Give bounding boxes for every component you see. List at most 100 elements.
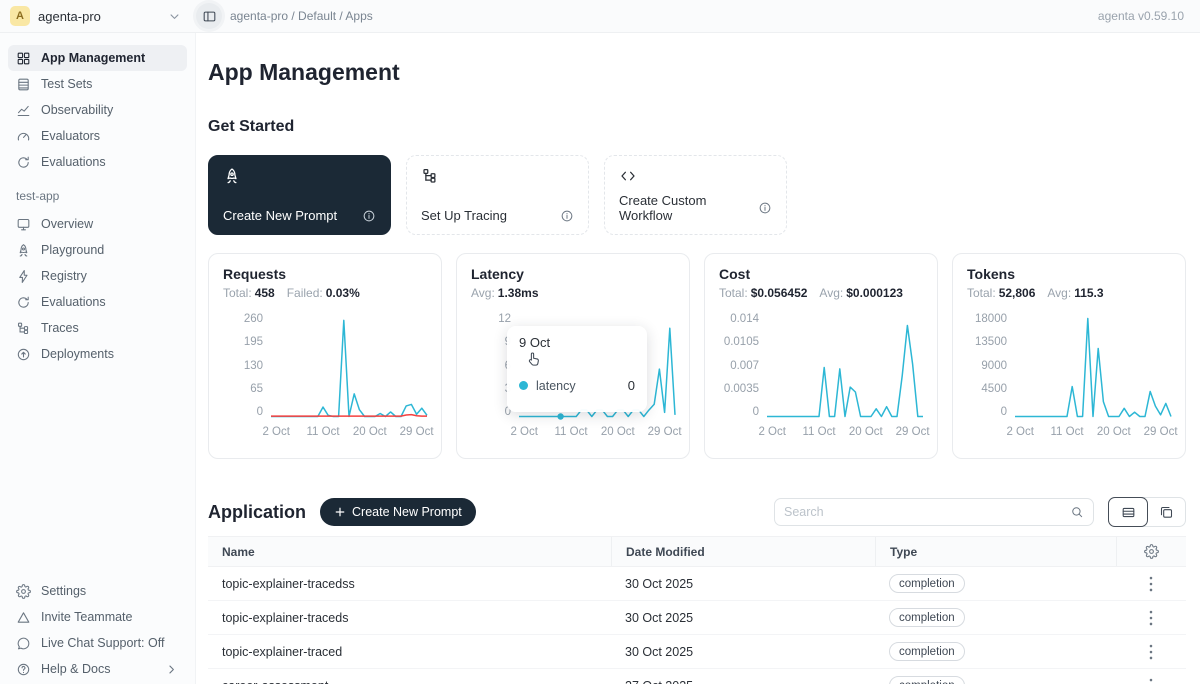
sidebar-item-test-sets[interactable]: Test Sets: [8, 71, 187, 97]
stat-card-title: Latency: [471, 266, 675, 282]
tree-icon: [16, 321, 31, 336]
stat-card-summary: Total:$0.056452Avg:$0.000123: [719, 286, 923, 300]
sidebar-item-evaluations[interactable]: Evaluations: [8, 149, 187, 175]
row-menu-button[interactable]: [1140, 641, 1162, 663]
x-axis-tick: 20 Oct: [353, 426, 387, 438]
sidebar-item-registry[interactable]: Registry: [8, 263, 187, 289]
main-content: App Management Get Started Create New Pr…: [196, 33, 1200, 684]
sidebar-item-evaluations[interactable]: Evaluations: [8, 289, 187, 315]
sidebar-item-label: Observability: [41, 103, 113, 117]
card-view-button[interactable]: [1147, 498, 1185, 526]
get-started-card-create-custom-workflow[interactable]: Create Custom Workflow: [604, 155, 787, 235]
stat-metric: Failed:0.03%: [287, 286, 360, 300]
table-row-career-assessment[interactable]: career-assessment 27 Oct 2025 completion: [208, 669, 1186, 684]
sidebar-item-label: Evaluations: [41, 295, 106, 309]
application-heading: Application: [208, 502, 306, 523]
get-started-card-create-new-prompt[interactable]: Create New Prompt: [208, 155, 391, 235]
stat-card-tokens: Tokens Total:52,806Avg:115.3 18000135009…: [952, 253, 1186, 459]
table-row-topic-explainer-tracedss[interactable]: topic-explainer-tracedss 30 Oct 2025 com…: [208, 567, 1186, 601]
sidebar-item-traces[interactable]: Traces: [8, 315, 187, 341]
sidebar-item-observability[interactable]: Observability: [8, 97, 187, 123]
sidebar-item-overview[interactable]: Overview: [8, 211, 187, 237]
row-menu-button[interactable]: [1140, 607, 1162, 629]
x-axis-tick: 11 Oct: [554, 426, 587, 438]
x-axis-tick: 29 Oct: [1144, 426, 1178, 438]
hand-cursor-icon: [525, 350, 543, 368]
workspace-avatar: A: [10, 6, 30, 26]
sidebar-item-label: Overview: [41, 217, 93, 231]
stat-card-cost: Cost Total:$0.056452Avg:$0.000123 0.0140…: [704, 253, 938, 459]
create-new-prompt-button[interactable]: Create New Prompt: [320, 498, 476, 526]
stat-card-summary: Total:458 Failed:0.03%: [223, 286, 427, 300]
x-axis-tick: 2 Oct: [510, 426, 537, 438]
info-icon[interactable]: [362, 209, 376, 223]
search-box: [774, 498, 1094, 526]
sidebar-item-playground[interactable]: Playground: [8, 237, 187, 263]
sidebar-toggle-button[interactable]: [196, 3, 222, 29]
stat-metric: Total:458: [223, 286, 275, 300]
sidebar-item-live-chat-support-off[interactable]: Live Chat Support: Off: [8, 630, 187, 656]
chart-tooltip: 9 Oct latency 0: [507, 326, 647, 412]
topbar: A agenta-pro agenta-pro / Default / Apps…: [0, 0, 1200, 33]
plot-area[interactable]: [767, 314, 923, 418]
refresh-icon: [16, 155, 31, 170]
chevron-right-icon: [164, 662, 179, 677]
stat-card-title: Tokens: [967, 266, 1171, 282]
sidebar-item-invite-teammate[interactable]: Invite Teammate: [8, 604, 187, 630]
x-axis-tick: 20 Oct: [1097, 426, 1131, 438]
stat-card-title: Cost: [719, 266, 923, 282]
plot-area[interactable]: [271, 314, 427, 418]
app-date-modified: 27 Oct 2025: [611, 669, 875, 684]
plot-area[interactable]: [1015, 314, 1171, 418]
sidebar-item-app-management[interactable]: App Management: [8, 45, 187, 71]
table-row-topic-explainer-traceds[interactable]: topic-explainer-traceds 30 Oct 2025 comp…: [208, 601, 1186, 635]
table-view-button[interactable]: [1108, 497, 1148, 527]
x-axis: 2 Oct11 Oct20 Oct29 Oct: [519, 426, 675, 440]
stat-metric: Avg:115.3: [1047, 286, 1103, 300]
monitor-icon: [16, 217, 31, 232]
chat-icon: [16, 636, 31, 651]
info-icon[interactable]: [758, 201, 772, 215]
row-menu-button[interactable]: [1140, 675, 1162, 684]
x-axis-tick: 20 Oct: [849, 426, 883, 438]
column-settings-icon[interactable]: [1141, 541, 1163, 563]
type-badge: completion: [889, 676, 965, 684]
search-input[interactable]: [784, 505, 1070, 519]
sidebar-item-label: App Management: [41, 51, 145, 65]
stat-card-latency: Latency Avg:1.38ms 129630 2 Oct11 Oct20 …: [456, 253, 690, 459]
sidebar-item-help-docs[interactable]: Help & Docs: [8, 656, 187, 682]
applications-table: Name Date Modified Type topic-explainer-…: [208, 536, 1186, 684]
app-date-modified: 30 Oct 2025: [611, 601, 875, 634]
cloud-up-icon: [16, 347, 31, 362]
table-row-topic-explainer-traced[interactable]: topic-explainer-traced 30 Oct 2025 compl…: [208, 635, 1186, 669]
search-icon[interactable]: [1070, 505, 1084, 519]
stat-metric: Total:$0.056452: [719, 286, 807, 300]
sidebar-item-deployments[interactable]: Deployments: [8, 341, 187, 367]
page-title: App Management: [208, 57, 1186, 87]
sidebar-item-evaluators[interactable]: Evaluators: [8, 123, 187, 149]
sidebar-item-label: Help & Docs: [41, 662, 110, 676]
column-header-date-modified[interactable]: Date Modified: [611, 537, 875, 566]
rocket-icon: [223, 167, 241, 185]
get-started-card-label: Create Custom Workflow: [619, 193, 758, 223]
x-axis: 2 Oct11 Oct20 Oct29 Oct: [767, 426, 923, 440]
get-started-cards: Create New Prompt Set Up Tracing Create …: [208, 155, 1186, 235]
info-icon[interactable]: [560, 209, 574, 223]
card-view-icon: [1159, 505, 1174, 520]
column-header-name[interactable]: Name: [208, 537, 611, 566]
series-dot: [519, 381, 528, 390]
workspace-selector[interactable]: A agenta-pro: [10, 6, 182, 26]
app-name: topic-explainer-traceds: [208, 601, 611, 634]
get-started-card-set-up-tracing[interactable]: Set Up Tracing: [406, 155, 589, 235]
application-header: Application Create New Prompt: [208, 497, 1186, 527]
sidebar-item-settings[interactable]: Settings: [8, 578, 187, 604]
sidebar-item-label: Playground: [41, 243, 104, 257]
x-axis-tick: 11 Oct: [1050, 426, 1083, 438]
chart-line-icon: [16, 103, 31, 118]
stat-card-summary: Avg:1.38ms: [471, 286, 675, 300]
sidebar-nav: App Management Test Sets Observability Eval…: [8, 45, 187, 367]
row-menu-button[interactable]: [1140, 573, 1162, 595]
y-axis: 1800013500900045000: [967, 314, 1007, 418]
sidebar-footer: SettingsInvite TeammateLive Chat Support…: [8, 578, 187, 682]
column-header-type[interactable]: Type: [875, 537, 1116, 566]
